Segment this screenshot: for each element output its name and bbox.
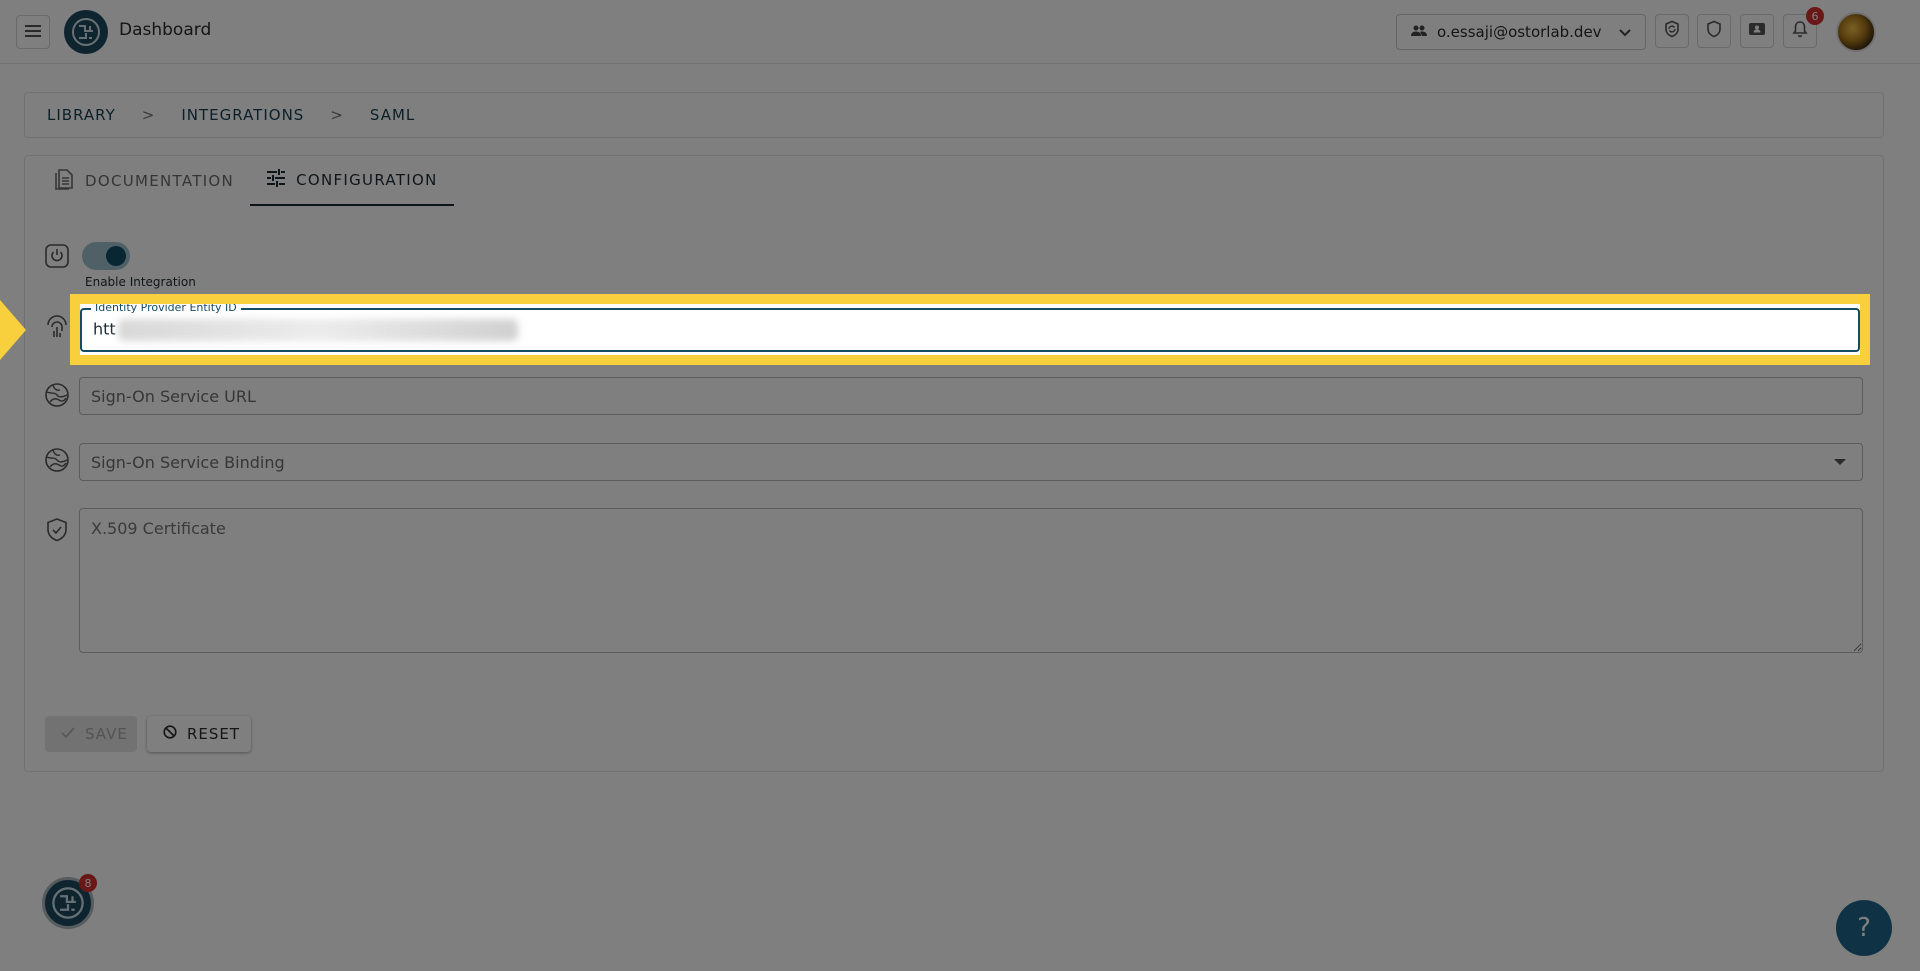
- page-title: Dashboard: [119, 20, 212, 40]
- help-button[interactable]: ?: [1836, 900, 1892, 956]
- globe-icon: [43, 381, 71, 409]
- scan-button[interactable]: [1655, 14, 1689, 48]
- menu-button[interactable]: [16, 15, 50, 49]
- entity-id-value: htt: [93, 319, 116, 339]
- tabs: DOCUMENTATION CONFIGURATION: [39, 156, 454, 206]
- globe-icon: [43, 446, 71, 474]
- assistant-badge: 8: [79, 874, 97, 892]
- certificate-textarea[interactable]: [79, 508, 1863, 653]
- tab-configuration[interactable]: CONFIGURATION: [250, 156, 454, 206]
- sign-on-binding-placeholder: Sign-On Service Binding: [91, 452, 285, 472]
- tab-configuration-label: CONFIGURATION: [296, 171, 438, 189]
- entity-id-label: Identity Provider Entity ID: [91, 301, 241, 314]
- breadcrumb-integrations[interactable]: INTEGRATIONS: [181, 106, 304, 124]
- notifications-button[interactable]: 6: [1783, 7, 1824, 48]
- bell-icon: [1792, 20, 1808, 42]
- entity-id-value-wrap: htt: [93, 319, 518, 341]
- reset-button[interactable]: RESET: [147, 716, 251, 752]
- breadcrumb-library[interactable]: LIBRARY: [47, 106, 116, 124]
- sign-on-url-input[interactable]: Sign-On Service URL: [79, 377, 1863, 415]
- check-icon: [61, 725, 75, 743]
- sign-on-binding-select[interactable]: Sign-On Service Binding: [79, 443, 1863, 481]
- organization-email: o.essaji@ostorlab.dev: [1437, 23, 1602, 41]
- caret-down-icon: [1834, 459, 1846, 465]
- tab-documentation-label: DOCUMENTATION: [85, 172, 235, 190]
- enable-integration-label: Enable Integration: [85, 275, 196, 289]
- entity-id-input[interactable]: Identity Provider Entity ID htt: [80, 301, 1860, 352]
- reset-label: RESET: [187, 725, 241, 743]
- highlighted-field-area: Identity Provider Entity ID htt: [80, 301, 1860, 355]
- shield-check-icon: [43, 516, 71, 544]
- power-icon: [43, 242, 71, 270]
- tune-icon: [266, 169, 286, 191]
- chevron-down-icon: [1619, 23, 1631, 41]
- save-button[interactable]: SAVE: [45, 716, 137, 752]
- security-button[interactable]: [1697, 14, 1731, 48]
- ticket-icon: [1748, 21, 1766, 41]
- tutorial-pointer-arrow: [0, 300, 26, 360]
- block-icon: [163, 725, 177, 743]
- app-logo[interactable]: [64, 10, 108, 54]
- breadcrumb-separator: >: [141, 106, 156, 124]
- shield-icon: [1705, 20, 1723, 42]
- notification-badge: 6: [1806, 7, 1824, 25]
- breadcrumb-saml[interactable]: SAML: [370, 106, 415, 124]
- top-bar: Dashboard o.essaji@ostorlab.dev 6: [0, 0, 1920, 64]
- tab-documentation[interactable]: DOCUMENTATION: [39, 156, 250, 206]
- ticket-button[interactable]: [1740, 14, 1774, 48]
- breadcrumb-separator: >: [330, 106, 344, 124]
- fingerprint-icon: [43, 314, 71, 342]
- toggle-knob: [106, 246, 126, 266]
- save-label: SAVE: [85, 725, 128, 743]
- hamburger-icon: [25, 23, 41, 42]
- organization-selector[interactable]: o.essaji@ostorlab.dev: [1396, 14, 1646, 50]
- assistant-logo-button[interactable]: 8: [42, 874, 97, 929]
- redacted-value: [117, 319, 518, 341]
- integration-card: DOCUMENTATION CONFIGURATION Enable Integ…: [24, 155, 1884, 772]
- refresh-shield-icon: [1663, 20, 1681, 42]
- users-icon: [1411, 23, 1427, 41]
- document-icon: [55, 168, 75, 194]
- user-avatar[interactable]: [1836, 12, 1876, 52]
- enable-integration-toggle[interactable]: [82, 242, 130, 270]
- sign-on-url-placeholder: Sign-On Service URL: [91, 386, 256, 406]
- breadcrumb: LIBRARY > INTEGRATIONS > SAML: [24, 92, 1884, 138]
